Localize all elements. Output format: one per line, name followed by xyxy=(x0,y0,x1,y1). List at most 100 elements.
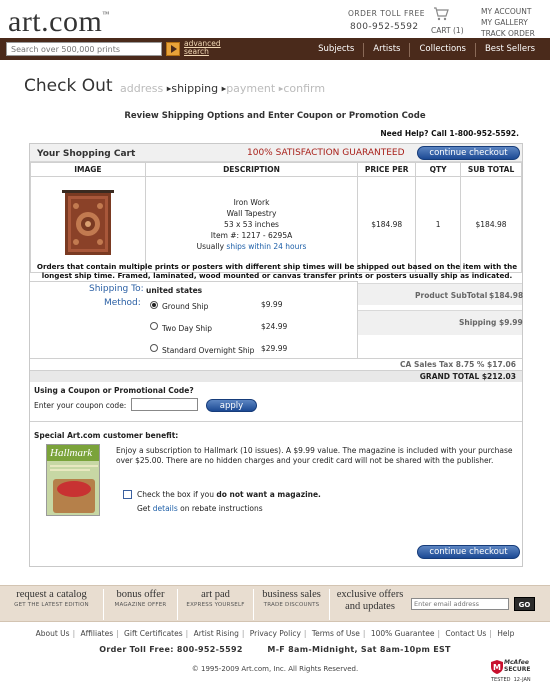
svg-text:M: M xyxy=(493,663,501,672)
product-subtotal-value: $184.98 xyxy=(489,291,524,300)
footer-links: About Us | Affiliates | Gift Certificates |… xyxy=(35,629,515,638)
continue-checkout-button-top[interactable]: continue checkout xyxy=(417,146,520,160)
cart-items-table: IMAGE DESCRIPTION PRICE PER QTY SUB TOTA… xyxy=(30,162,522,273)
footer-terms-of-use[interactable]: Terms of Use xyxy=(312,629,360,638)
footer-about-us[interactable]: About Us xyxy=(36,629,70,638)
cart-link[interactable]: CART (1) xyxy=(431,26,464,35)
overnight-ship-label: Standard Overnight Ship xyxy=(162,346,255,355)
promo-exclusive-offers: exclusive offers and updates xyxy=(336,589,404,612)
footer-privacy-policy[interactable]: Privacy Policy xyxy=(250,629,301,638)
continue-checkout-button-bottom[interactable]: continue checkout xyxy=(417,545,520,559)
page-title: Check Out xyxy=(24,76,113,96)
footer-artist-rising[interactable]: Artist Rising xyxy=(194,629,239,638)
details-link[interactable]: details xyxy=(153,504,178,513)
grand-total-row: GRAND TOTAL $212.03 xyxy=(30,370,522,382)
promo-bonus-offer[interactable]: bonus offer MAGAZINE OFFER xyxy=(104,589,178,620)
nav-subjects[interactable]: Subjects xyxy=(309,43,363,57)
two-day-ship-radio[interactable] xyxy=(150,322,158,330)
shield-icon: M xyxy=(491,660,503,674)
shipping-note: Orders that contain multiple prints or p… xyxy=(36,262,518,280)
footer-phone-hours: Order Toll Free: 800-952-5592 M-F 8am-Mi… xyxy=(99,645,451,654)
cart-icon[interactable] xyxy=(433,7,449,21)
search-input[interactable] xyxy=(6,42,162,56)
ship-to-country: united states xyxy=(146,286,203,295)
promo-business-sales[interactable]: business sales TRADE DISCOUNTS xyxy=(254,589,330,620)
account-links: MY ACCOUNT MY GALLERY TRACK ORDER xyxy=(481,6,535,39)
item-number: Item #: 1217 - 6295A xyxy=(210,231,293,240)
col-price-per: PRICE PER xyxy=(357,162,417,177)
advanced-search-link[interactable]: advanced search xyxy=(184,40,221,56)
site-logo[interactable]: art.com™ xyxy=(8,5,110,39)
step-address: address xyxy=(120,82,164,95)
two-day-ship-label: Two Day Ship xyxy=(162,324,212,333)
ground-ship-radio[interactable] xyxy=(150,301,158,309)
ship-to-label: Shipping To: xyxy=(89,284,144,294)
my-account-link[interactable]: MY ACCOUNT xyxy=(481,6,535,17)
nav-collections[interactable]: Collections xyxy=(409,43,474,57)
email-go-button[interactable]: GO xyxy=(514,597,535,611)
footer-affiliates[interactable]: Affiliates xyxy=(81,629,114,638)
method-label: Method: xyxy=(104,298,141,308)
magazine-title: Hallmark xyxy=(50,447,93,459)
shipping-row xyxy=(358,310,522,335)
order-toll-free-label: ORDER TOLL FREE xyxy=(348,9,425,18)
tapestry-thumbnail[interactable] xyxy=(61,188,114,258)
item-type: Wall Tapestry xyxy=(226,209,277,218)
magazine-cover-image: Hallmark xyxy=(46,444,100,516)
footer-guarantee[interactable]: 100% Guarantee xyxy=(371,629,435,638)
step-confirm: confirm xyxy=(283,82,326,95)
item-availability: Usually ships within 24 hours xyxy=(196,242,307,251)
ground-ship-price: $9.99 xyxy=(261,300,283,309)
divider xyxy=(30,421,522,422)
benefit-description: Enjoy a subscription to Hallmark (10 iss… xyxy=(116,446,513,465)
ships-within-link[interactable]: ships within 24 hours xyxy=(226,242,306,251)
ground-ship-label: Ground Ship xyxy=(162,302,209,311)
product-subtotal-label: Product SubTotal xyxy=(415,291,488,300)
play-arrow-icon xyxy=(171,45,177,53)
col-image: IMAGE xyxy=(30,162,146,177)
nav-artists[interactable]: Artists xyxy=(363,43,409,57)
coupon-label: Enter your coupon code: xyxy=(34,401,127,410)
item-image-cell xyxy=(30,176,146,273)
order-phone: 800-952-5592 xyxy=(350,22,419,32)
item-qty: 1 xyxy=(415,176,462,273)
step-payment: payment xyxy=(226,82,276,95)
copyright: © 1995-2009 Art.com, Inc. All Rights Res… xyxy=(191,665,359,673)
footer-help[interactable]: Help xyxy=(497,629,514,638)
email-signup-input[interactable] xyxy=(411,598,509,610)
my-gallery-link[interactable]: MY GALLERY xyxy=(481,17,535,28)
col-description: DESCRIPTION xyxy=(144,162,359,177)
overnight-ship-radio[interactable] xyxy=(150,344,158,352)
cart-title: Your Shopping Cart xyxy=(37,149,136,159)
footer-gift-certificates[interactable]: Gift Certificates xyxy=(124,629,183,638)
item-price: $184.98 xyxy=(357,176,417,273)
coupon-code-input[interactable] xyxy=(131,398,198,411)
no-magazine-label: Check the box if you do not want a magaz… xyxy=(137,490,321,499)
coupon-question: Using a Coupon or Promotional Code? xyxy=(34,386,194,395)
search-go-button[interactable] xyxy=(166,42,180,56)
item-description: Iron Work Wall Tapestry 53 x 53 inches I… xyxy=(144,176,359,273)
nav-best-sellers[interactable]: Best Sellers xyxy=(474,43,544,57)
sales-tax-row: CA Sales Tax 8.75 % $17.06 xyxy=(30,358,522,370)
shipping-cost-value: $9.99 xyxy=(499,318,523,327)
nav-links: Subjects Artists Collections Best Seller… xyxy=(309,43,544,57)
col-subtotal: SUB TOTAL xyxy=(460,162,522,177)
apply-coupon-button[interactable]: apply xyxy=(206,399,257,412)
review-heading: Review Shipping Options and Enter Coupon… xyxy=(124,111,426,121)
no-magazine-checkbox[interactable] xyxy=(123,490,132,499)
promo-art-pad[interactable]: art pad EXPRESS YOURSELF xyxy=(178,589,254,620)
overnight-ship-price: $29.99 xyxy=(261,344,288,353)
footer-contact-us[interactable]: Contact Us xyxy=(445,629,486,638)
checkout-steps: address ▶shipping ▶payment ▶confirm xyxy=(120,82,325,95)
shipping-cost-label: Shipping xyxy=(459,318,497,327)
two-day-ship-price: $24.99 xyxy=(261,322,288,331)
promo-request-catalog[interactable]: request a catalog GET THE LATEST EDITION xyxy=(0,589,104,620)
guarantee-text: 100% SATISFACTION GUARANTEED xyxy=(247,148,405,158)
item-size: 53 x 53 inches xyxy=(224,220,279,229)
item-name[interactable]: Iron Work xyxy=(146,197,357,208)
mcafee-secure-badge[interactable]: M McAfee SECURE TESTED 12-JAN xyxy=(491,658,531,686)
rebate-details: Get details on rebate instructions xyxy=(137,504,263,513)
item-subtotal: $184.98 xyxy=(460,176,522,273)
col-qty: QTY xyxy=(415,162,462,177)
step-shipping: shipping xyxy=(171,82,219,95)
